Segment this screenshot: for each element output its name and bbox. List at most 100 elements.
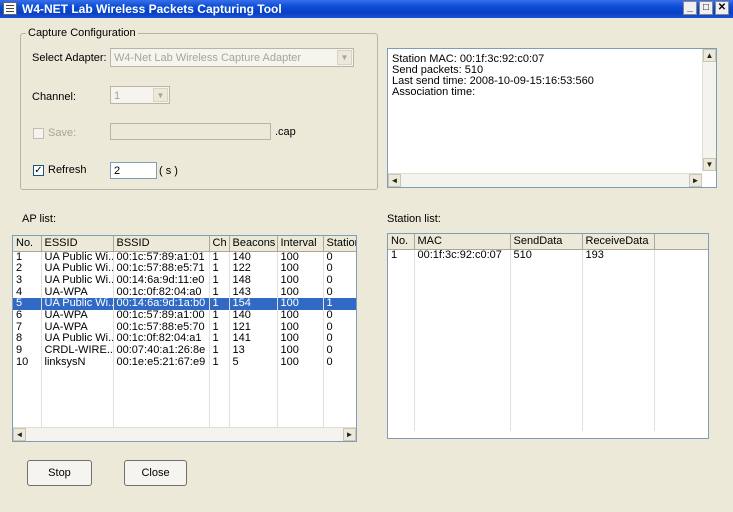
table-row[interactable]: 10 linksysN 00:1e:e5:21:67:e9 1 5 100 0	[13, 356, 356, 369]
stop-button[interactable]: Stop	[27, 460, 92, 486]
refresh-unit-label: ( s )	[159, 165, 178, 177]
close-window-button[interactable]: ✕	[715, 1, 729, 15]
scroll-left-icon[interactable]: ◄	[388, 174, 401, 187]
table-cell: 00:1c:57:88:e5:70	[113, 321, 210, 334]
table-cell: 510	[510, 249, 583, 262]
table-cell: 140	[229, 251, 278, 264]
refresh-interval-value: 2	[114, 165, 121, 177]
table-row[interactable]: 4 UA-WPA 00:1c:0f:82:04:a0 1 143 100 0	[13, 286, 356, 299]
ap-col-essid[interactable]: ESSID	[41, 236, 114, 252]
table-row[interactable]: 8 UA Public Wi... 00:1c:0f:82:04:a1 1 141 100…	[13, 333, 356, 346]
table-cell: CRDL-WIRE...	[41, 345, 114, 357]
table-cell: 1	[388, 249, 415, 262]
table-cell: linksysN	[41, 356, 114, 369]
station-col-senddata[interactable]: SendData	[510, 234, 583, 250]
table-cell: 0	[323, 286, 356, 299]
table-cell: 0	[323, 263, 356, 275]
adapter-select-value: W4-Net Lab Wireless Capture Adapter	[114, 52, 302, 64]
table-cell-empty	[277, 368, 324, 429]
table-cell: 5	[13, 298, 42, 311]
table-cell: 1	[209, 251, 230, 264]
table-cell: 1	[209, 274, 230, 287]
table-cell: 4	[13, 286, 42, 299]
ap-col-bssid[interactable]: BSSID	[113, 236, 210, 252]
ap-col-beacons[interactable]: Beacons	[229, 236, 278, 252]
chevron-down-icon[interactable]: ▼	[153, 88, 168, 102]
minimize-button[interactable]: _	[683, 1, 697, 15]
adapter-select[interactable]: W4-Net Lab Wireless Capture Adapter ▼	[110, 48, 354, 67]
station-col-spacer	[654, 234, 708, 250]
table-cell: 100	[277, 286, 324, 299]
table-cell: 1	[209, 263, 230, 275]
app-icon	[3, 2, 17, 15]
close-button[interactable]: Close	[124, 460, 187, 486]
ap-list-header: No. ESSID BSSID Ch Beacons Interval Stat…	[13, 236, 356, 252]
table-row[interactable]: 5 UA Public Wi... 00:14:6a:9d:1a:b0 1 154 100…	[13, 298, 356, 311]
save-checkbox[interactable]	[33, 128, 44, 139]
station-info-vscrollbar[interactable]: ▲ ▼	[702, 49, 716, 171]
scroll-down-icon[interactable]: ▼	[703, 158, 716, 171]
table-cell: 193	[582, 249, 655, 262]
table-cell-empty	[41, 368, 114, 429]
table-cell-empty	[323, 368, 356, 429]
title-bar: W4-NET Lab Wireless Packets Capturing To…	[0, 0, 733, 18]
ap-list-label: AP list:	[22, 213, 57, 225]
ap-list-table[interactable]: No. ESSID BSSID Ch Beacons Interval Stat…	[12, 235, 357, 442]
table-cell: UA Public Wi...	[41, 263, 114, 275]
ap-col-station[interactable]: Station	[323, 236, 356, 252]
table-cell: 143	[229, 286, 278, 299]
table-cell: 154	[229, 298, 278, 311]
table-cell: 00:1c:57:89:a1:01	[113, 251, 210, 264]
table-cell: 100	[277, 310, 324, 322]
scroll-left-icon[interactable]: ◄	[13, 428, 26, 441]
scroll-right-icon[interactable]: ►	[689, 174, 702, 187]
table-row[interactable]: 1 00:1f:3c:92:c0:07 510 193	[388, 249, 708, 262]
table-cell: 100	[277, 321, 324, 334]
ap-col-interval[interactable]: Interval	[277, 236, 324, 252]
table-cell: 10	[13, 356, 42, 369]
station-info-box[interactable]: Station MAC: 00:1f:3c:92:c0:07 Send pack…	[387, 48, 717, 188]
channel-select[interactable]: 1 ▼	[110, 86, 170, 104]
scroll-up-icon[interactable]: ▲	[703, 49, 716, 62]
save-extension-label: .cap	[275, 126, 296, 138]
table-cell: 00:1f:3c:92:c0:07	[414, 249, 511, 262]
ap-col-ch[interactable]: Ch	[209, 236, 230, 252]
table-cell: UA Public Wi...	[41, 251, 114, 264]
table-cell: 0	[323, 333, 356, 346]
refresh-checkbox[interactable]: ✓	[33, 165, 44, 176]
station-info-hscrollbar[interactable]: ◄ ►	[388, 173, 702, 187]
table-row[interactable]: 2 UA Public Wi... 00:1c:57:88:e5:71 1 122 100…	[13, 263, 356, 275]
table-row[interactable]: 3 UA Public Wi... 00:14:6a:9d:11:e0 1 148 100…	[13, 274, 356, 287]
table-filler	[13, 368, 356, 429]
capture-configuration-title: Capture Configuration	[26, 27, 138, 39]
chevron-down-icon[interactable]: ▼	[337, 50, 352, 65]
refresh-interval-input[interactable]: 2	[110, 162, 157, 179]
table-row[interactable]: 9 CRDL-WIRE... 00:07:40:a1:26:8e 1 13 100 0	[13, 345, 356, 357]
table-cell: 1	[209, 321, 230, 334]
table-cell: 100	[277, 298, 324, 311]
station-col-mac[interactable]: MAC	[414, 234, 511, 250]
table-cell-empty	[209, 368, 230, 429]
ap-list-hscrollbar[interactable]: ◄ ►	[13, 427, 356, 441]
ap-col-no[interactable]: No.	[13, 236, 42, 252]
station-col-no[interactable]: No.	[388, 234, 415, 250]
table-cell: UA-WPA	[41, 286, 114, 299]
table-cell: 6	[13, 310, 42, 322]
table-cell: 00:07:40:a1:26:8e	[113, 345, 210, 357]
table-cell: 0	[323, 345, 356, 357]
table-cell-empty	[388, 261, 415, 432]
table-row[interactable]: 1 UA Public Wi... 00:1c:57:89:a1:01 1 140 100…	[13, 251, 356, 264]
table-cell-empty	[582, 261, 655, 432]
table-cell: 100	[277, 333, 324, 346]
table-cell: 13	[229, 345, 278, 357]
table-row[interactable]: 7 UA-WPA 00:1c:57:88:e5:70 1 121 100 0	[13, 321, 356, 334]
table-cell: 1	[323, 298, 356, 311]
maximize-button[interactable]: □	[699, 1, 713, 15]
table-cell: 141	[229, 333, 278, 346]
station-list-table[interactable]: No. MAC SendData ReceiveData 1 00:1f:3c:9…	[387, 233, 709, 439]
scroll-right-icon[interactable]: ►	[343, 428, 356, 441]
table-cell-empty	[229, 368, 278, 429]
table-row[interactable]: 6 UA-WPA 00:1c:57:89:a1:00 1 140 100 0	[13, 310, 356, 322]
station-col-receivedata[interactable]: ReceiveData	[582, 234, 655, 250]
save-path-input[interactable]	[110, 123, 271, 140]
